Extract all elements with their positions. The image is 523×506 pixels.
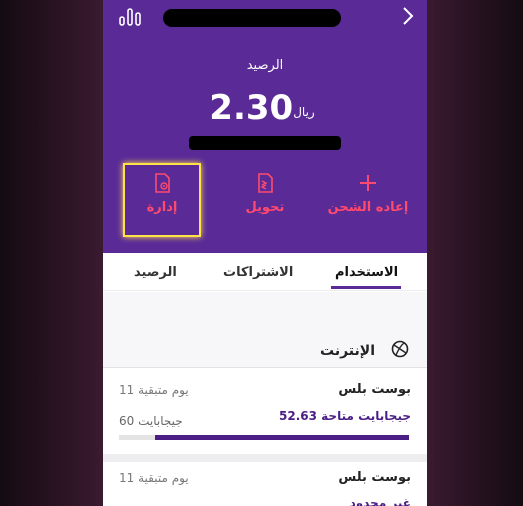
balance-amount: 2.30	[209, 88, 294, 128]
balance-amount-row: ريال2.30	[103, 88, 427, 128]
internet-globe-icon	[391, 340, 409, 358]
days-remaining: 11 يوم متبقية	[119, 471, 189, 485]
package-card[interactable]: بوست بلس 11 يوم متبقية غير محدود	[103, 462, 427, 506]
chevron-right-icon[interactable]	[401, 6, 415, 26]
card-separator	[103, 454, 427, 462]
manage-highlight-box	[123, 163, 201, 237]
balance-label: الرصيد	[246, 58, 284, 73]
usage-progress-bar	[119, 435, 409, 440]
usage-progress-fill	[154, 435, 409, 440]
plus-icon	[360, 175, 376, 191]
tab-usage[interactable]: الاستخدام	[335, 265, 398, 280]
signal-bars-icon[interactable]	[119, 8, 141, 26]
tab-balance[interactable]: الرصيد	[134, 265, 177, 280]
app-screen: الرصيد ريال2.30 إعاده الشحن تحويل إدارة …	[103, 0, 427, 506]
blurred-margin-left	[0, 0, 103, 506]
currency-label: ريال	[293, 105, 315, 119]
tab-bar: الاستخدام الاشتراكات الرصيد	[103, 253, 427, 291]
balance-header: الرصيد ريال2.30 إعاده الشحن تحويل إدارة	[103, 0, 427, 253]
data-unlimited: غير محدود	[349, 496, 411, 506]
days-remaining: 11 يوم متبقية	[119, 383, 189, 397]
data-available: 52.63 جيجابايت متاحة	[279, 409, 411, 423]
package-name: بوست بلس	[338, 382, 411, 397]
internet-section-title: الإنترنت	[320, 343, 375, 359]
transfer-icon	[258, 173, 273, 193]
transfer-label: تحويل	[245, 200, 285, 215]
recharge-button[interactable]: إعاده الشحن	[323, 172, 413, 215]
package-name: بوست بلس	[338, 470, 411, 485]
tab-active-underline	[331, 286, 401, 289]
redacted-info	[189, 136, 341, 150]
data-total: 60 جيجابايت	[119, 414, 183, 428]
tab-subscriptions[interactable]: الاشتراكات	[223, 265, 293, 280]
blurred-margin-right	[427, 0, 523, 506]
package-card[interactable]: بوست بلس 11 يوم متبقية 52.63 جيجابايت مت…	[103, 368, 427, 454]
transfer-button[interactable]: تحويل	[220, 172, 310, 215]
redacted-phone-number	[163, 9, 341, 27]
recharge-label: إعاده الشحن	[327, 200, 409, 215]
